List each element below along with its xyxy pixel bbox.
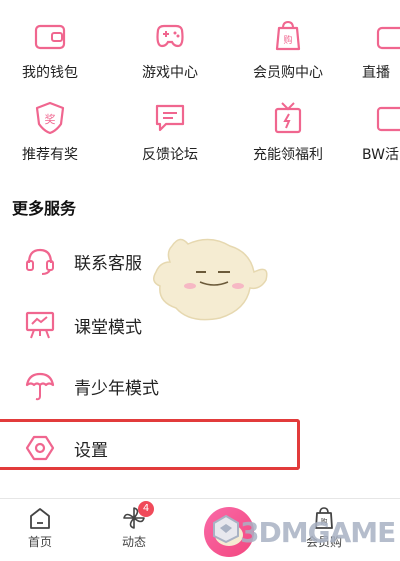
service-row-customer-service[interactable]: 联系客服 (0, 233, 400, 289)
svg-text:购: 购 (283, 34, 292, 46)
watermark-logo (213, 514, 239, 544)
grid-item-wallet[interactable]: 我的钱包 (0, 18, 100, 82)
notification-badge: 4 (138, 501, 154, 517)
home-icon (30, 508, 50, 529)
tab-label: 动态 (121, 535, 146, 549)
classroom-icon (25, 311, 55, 339)
grid-label: 我的钱包 (22, 65, 78, 81)
grid-item-referral-reward[interactable]: 奖 推荐有奖 (0, 100, 100, 164)
settings-highlight-box (0, 419, 300, 470)
grid-item-feedback[interactable]: 反馈论坛 (120, 100, 220, 164)
service-label: 青少年模式 (74, 379, 159, 399)
umbrella-icon (25, 372, 55, 401)
wallet-icon (34, 24, 66, 50)
service-row-teen-mode[interactable]: 青少年模式 (0, 358, 400, 414)
feedback-icon (155, 104, 185, 132)
service-label: 课堂模式 (74, 318, 142, 338)
tab-home[interactable]: 首页 (10, 505, 70, 550)
tab-dynamic[interactable]: 4 动态 (104, 501, 164, 550)
grid-label: 推荐有奖 (22, 147, 78, 163)
grid-label: BW活 (362, 147, 399, 163)
section-title-more-services: 更多服务 (12, 199, 77, 218)
shopping-bag-icon: 购 (275, 20, 301, 51)
grid-label: 反馈论坛 (142, 147, 198, 163)
grid-item-live[interactable]: 直播 (362, 18, 400, 82)
reward-shield-icon: 奖 (35, 101, 65, 135)
gamepad-icon (156, 24, 184, 48)
tab-label: 首页 (27, 535, 52, 549)
headset-icon (26, 248, 54, 275)
bw-icon (376, 106, 400, 132)
grid-label: 会员购中心 (253, 65, 323, 81)
service-label: 联系客服 (74, 254, 142, 274)
grid-item-bw[interactable]: BW活 (362, 100, 400, 164)
watermark-text: 3DMGAME (240, 516, 396, 549)
grid-item-game-center[interactable]: 游戏中心 (120, 18, 220, 82)
service-row-classroom-mode[interactable]: 课堂模式 (0, 297, 400, 353)
grid-item-charge-rewards[interactable]: 充能领福利 (238, 100, 338, 164)
svg-text:奖: 奖 (45, 112, 56, 126)
grid-label: 游戏中心 (142, 65, 198, 81)
gift-icon (274, 102, 302, 134)
grid-item-member-shop[interactable]: 购 会员购中心 (238, 18, 338, 82)
grid-label: 直播 (362, 65, 390, 81)
grid-label: 充能领福利 (253, 147, 323, 163)
live-icon (376, 26, 400, 50)
